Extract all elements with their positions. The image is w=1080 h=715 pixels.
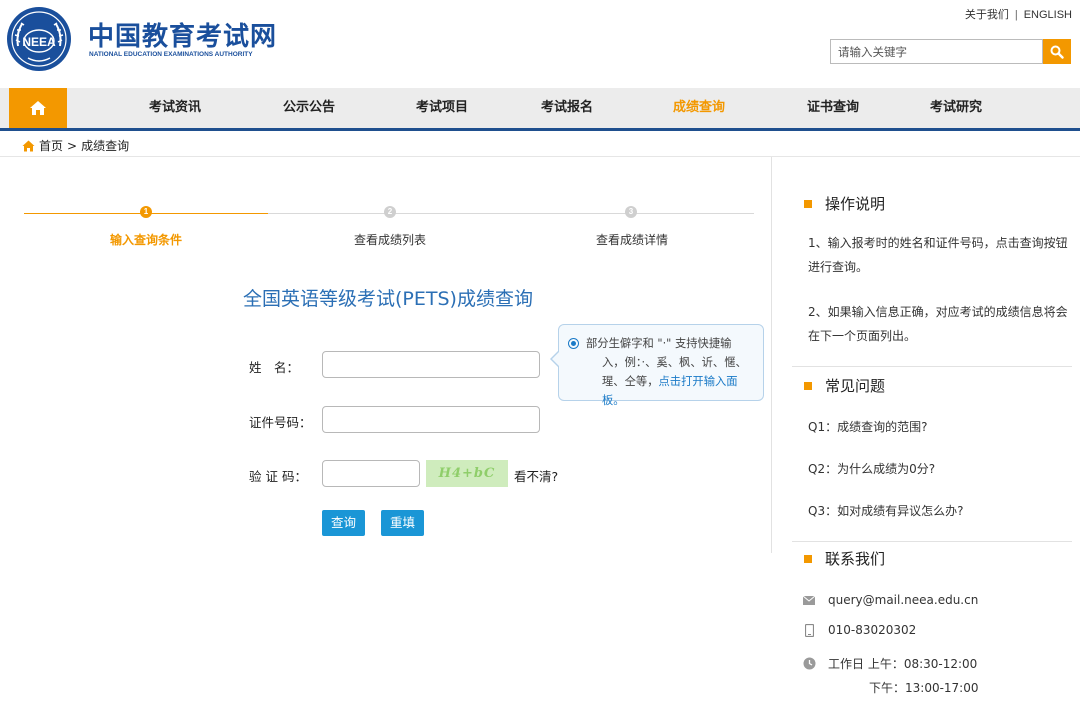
site-header: NEEA 中国教育考试网 NATIONAL EDUCATION EXAMINAT… <box>0 0 1080 88</box>
breadcrumb-separator: > <box>67 138 78 153</box>
contact-email: query@mail.neea.edu.cn <box>802 593 978 607</box>
top-links: 关于我们 | ENGLISH <box>965 6 1072 22</box>
captcha-label: 验 证 码： <box>249 469 307 484</box>
breadcrumb: 首页 > 成绩查询 <box>22 137 129 154</box>
form-title: 全国英语等级考试(PETS)成绩查询 <box>243 288 533 310</box>
nav-item-score-query[interactable]: 成绩查询 <box>659 88 739 128</box>
instructions-title: 操作说明 <box>825 195 886 213</box>
instruction-1: 1、输入报考时的姓名和证件号码，点击查询按钮进行查询。 <box>808 236 1068 274</box>
breadcrumb-home[interactable]: 首页 <box>39 137 63 154</box>
tooltip-line-3-text: 瑆、仝等， <box>602 375 659 388</box>
contact-hours: 工作日 上午：08:30-12:00 <box>802 655 977 672</box>
contact-hours-am: 工作日 上午：08:30-12:00 <box>828 657 978 671</box>
site-logo-subtitle: NATIONAL EDUCATION EXAMINATIONS AUTHORIT… <box>89 51 253 58</box>
faq-item-1[interactable]: Q1：成绩查询的范围? <box>808 418 927 435</box>
id-number-label: 证件号码： <box>249 415 312 430</box>
home-icon <box>30 101 46 115</box>
step-3-label: 查看成绩详情 <box>595 233 668 247</box>
heading-bullet-icon <box>804 554 812 563</box>
nav-item-exam-research[interactable]: 考试研究 <box>916 88 996 128</box>
reset-button[interactable]: 重填 <box>381 510 424 536</box>
step-2-marker: 2 <box>384 206 396 218</box>
instructions-heading: 操作说明 <box>804 193 885 214</box>
heading-bullet-icon <box>804 199 812 208</box>
neea-seal-logo[interactable]: NEEA <box>6 6 72 72</box>
tooltip-line-3: 瑆、仝等，点击打开输入面板。 <box>586 372 755 410</box>
faq-title: 常见问题 <box>825 377 886 395</box>
step-2-label: 查看成绩列表 <box>353 233 426 247</box>
tooltip-arrow-inner <box>552 352 559 366</box>
top-links-separator: | <box>1014 9 1018 21</box>
id-number-input[interactable] <box>322 406 540 433</box>
clock-icon <box>802 657 816 670</box>
search-input[interactable] <box>830 39 1043 64</box>
step-1-marker: 1 <box>140 206 152 218</box>
input-hint-tooltip: 部分生僻字和 "·" 支持快捷输 入，例：·、奚、枫、䜣、㥾、 瑆、仝等，点击打… <box>558 324 764 407</box>
tooltip-line-1: 部分生僻字和 "·" 支持快捷输 <box>586 337 732 350</box>
captcha-input[interactable] <box>322 460 420 487</box>
nav-item-exam-projects[interactable]: 考试项目 <box>402 88 482 128</box>
info-radio-icon <box>568 338 579 349</box>
nav-item-exam-news[interactable]: 考试资讯 <box>135 88 215 128</box>
contact-phone-text: 010-83020302 <box>828 623 917 637</box>
instruction-2: 2、如果输入信息正确，对应考试的成绩信息将会在下一个页面列出。 <box>808 305 1068 343</box>
about-us-link[interactable]: 关于我们 <box>965 9 1009 21</box>
nav-item-certificate-query[interactable]: 证书查询 <box>793 88 873 128</box>
contact-title: 联系我们 <box>825 550 886 568</box>
sidebar: 操作说明 1、输入报考时的姓名和证件号码，点击查询按钮进行查询。 2、如果输入信… <box>772 157 1080 715</box>
search-icon <box>1050 45 1064 59</box>
home-icon <box>22 140 35 151</box>
faq-heading: 常见问题 <box>804 375 885 396</box>
site-logo-title[interactable]: 中国教育考试网 <box>88 16 277 53</box>
nav-item-announcements[interactable]: 公示公告 <box>269 88 349 128</box>
captcha-refresh-link[interactable]: 看不清? <box>514 466 558 485</box>
tooltip-line-2: 入，例：·、奚、枫、䜣、㥾、 <box>602 356 747 369</box>
captcha-image[interactable]: H4+bC <box>426 460 508 487</box>
nav-home-button[interactable] <box>9 88 67 128</box>
name-label: 姓 名： <box>249 360 300 375</box>
mail-icon <box>802 595 816 605</box>
faq-item-2[interactable]: Q2：为什么成绩为0分? <box>808 460 935 477</box>
contact-heading: 联系我们 <box>804 548 885 569</box>
sidebar-separator <box>792 366 1072 367</box>
english-link[interactable]: ENGLISH <box>1024 9 1072 21</box>
step-3-marker: 3 <box>625 206 637 218</box>
breadcrumb-current: 成绩查询 <box>81 139 130 153</box>
phone-icon <box>802 623 816 637</box>
step-track-inactive <box>268 213 754 214</box>
contact-email-text[interactable]: query@mail.neea.edu.cn <box>828 593 978 607</box>
step-1-label: 输入查询条件 <box>109 233 182 247</box>
contact-hours-pm: 下午：13:00-17:00 <box>869 681 979 695</box>
nav-item-registration[interactable]: 考试报名 <box>527 88 607 128</box>
heading-bullet-icon <box>804 381 812 390</box>
main-nav: 考试资讯 公示公告 考试项目 考试报名 成绩查询 证书查询 考试研究 <box>0 88 1080 131</box>
query-button[interactable]: 查询 <box>322 510 365 536</box>
svg-text:NEEA: NEEA <box>22 35 56 49</box>
contact-phone: 010-83020302 <box>802 623 916 637</box>
search-button[interactable] <box>1043 39 1071 64</box>
site-search <box>830 39 1071 64</box>
sidebar-separator <box>792 541 1072 542</box>
faq-item-3[interactable]: Q3：如对成绩有异议怎么办? <box>808 502 963 519</box>
captcha-image-text: H4+bC <box>438 466 496 481</box>
name-input[interactable] <box>322 351 540 378</box>
